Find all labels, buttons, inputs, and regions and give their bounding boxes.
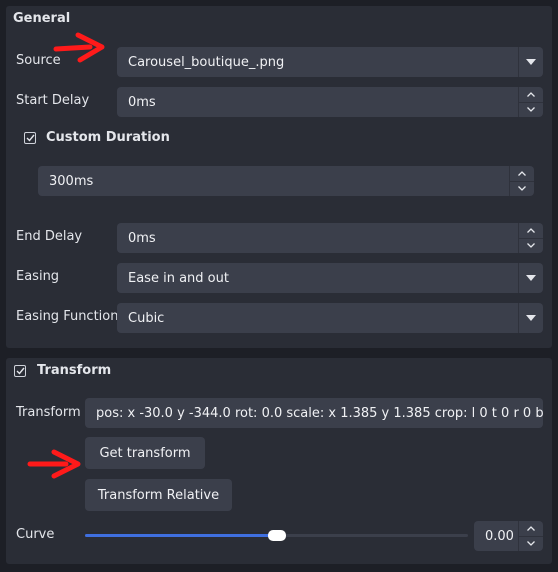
spin-down-icon[interactable] <box>510 180 534 197</box>
custom-duration-checkbox[interactable] <box>24 132 36 144</box>
end-delay-spinbox[interactable]: 0ms <box>117 223 543 253</box>
red-arrow-annotation <box>53 32 105 63</box>
easing-value: Ease in and out <box>128 270 229 286</box>
red-arrow-annotation <box>27 449 81 479</box>
transform-relative-button[interactable]: Transform Relative <box>85 479 232 511</box>
source-value: Carousel_boutique_.png <box>128 54 285 70</box>
general-section-title: General <box>13 11 71 26</box>
curve-slider-handle[interactable] <box>267 530 286 541</box>
spin-down-icon[interactable] <box>519 237 543 254</box>
start-delay-spinbox[interactable]: 0ms <box>117 87 543 117</box>
dropdown-arrow-icon[interactable] <box>518 303 543 333</box>
easing-dropdown[interactable]: Ease in and out <box>117 263 543 293</box>
start-delay-spin-buttons[interactable] <box>518 87 543 117</box>
checkmark-icon <box>26 134 35 142</box>
spin-up-icon[interactable] <box>510 166 534 181</box>
transform-value-field[interactable]: pos: x -30.0 y -344.0 rot: 0.0 scale: x … <box>85 398 543 428</box>
transform-value: pos: x -30.0 y -344.0 rot: 0.0 scale: x … <box>96 405 543 421</box>
dropdown-arrow-icon[interactable] <box>518 47 543 77</box>
custom-duration-label: Custom Duration <box>46 130 170 145</box>
custom-duration-spin-buttons[interactable] <box>509 166 534 196</box>
spin-down-icon[interactable] <box>519 101 543 118</box>
checkmark-icon <box>16 367 25 375</box>
spin-down-icon[interactable] <box>519 535 543 552</box>
end-delay-spin-buttons[interactable] <box>518 223 543 253</box>
curve-label: Curve <box>16 527 55 542</box>
curve-spinbox[interactable]: 0.00 <box>474 521 543 551</box>
curve-value: 0.00 <box>485 528 514 544</box>
curve-slider-fill <box>85 534 277 537</box>
transform-section-title: Transform <box>37 363 112 378</box>
start-delay-value: 0ms <box>128 94 156 110</box>
custom-duration-value: 300ms <box>49 173 94 189</box>
curve-spin-buttons[interactable] <box>518 521 543 551</box>
spin-up-icon[interactable] <box>519 223 543 238</box>
curve-slider[interactable] <box>85 524 468 546</box>
source-dropdown[interactable]: Carousel_boutique_.png <box>117 47 543 77</box>
start-delay-label: Start Delay <box>16 93 90 108</box>
end-delay-label: End Delay <box>16 229 83 244</box>
easing-function-label: Easing Function <box>16 309 119 324</box>
easing-function-dropdown[interactable]: Cubic <box>117 303 543 333</box>
transform-checkbox[interactable] <box>14 365 26 377</box>
get-transform-button[interactable]: Get transform <box>85 437 205 469</box>
dropdown-arrow-icon[interactable] <box>518 263 543 293</box>
easing-label: Easing <box>16 269 60 284</box>
spin-up-icon[interactable] <box>519 87 543 102</box>
easing-function-value: Cubic <box>128 310 165 326</box>
end-delay-value: 0ms <box>128 230 156 246</box>
custom-duration-spinbox[interactable]: 300ms <box>38 166 534 196</box>
transform-field-label: Transform <box>16 405 81 420</box>
source-label: Source <box>16 53 61 68</box>
spin-up-icon[interactable] <box>519 521 543 536</box>
